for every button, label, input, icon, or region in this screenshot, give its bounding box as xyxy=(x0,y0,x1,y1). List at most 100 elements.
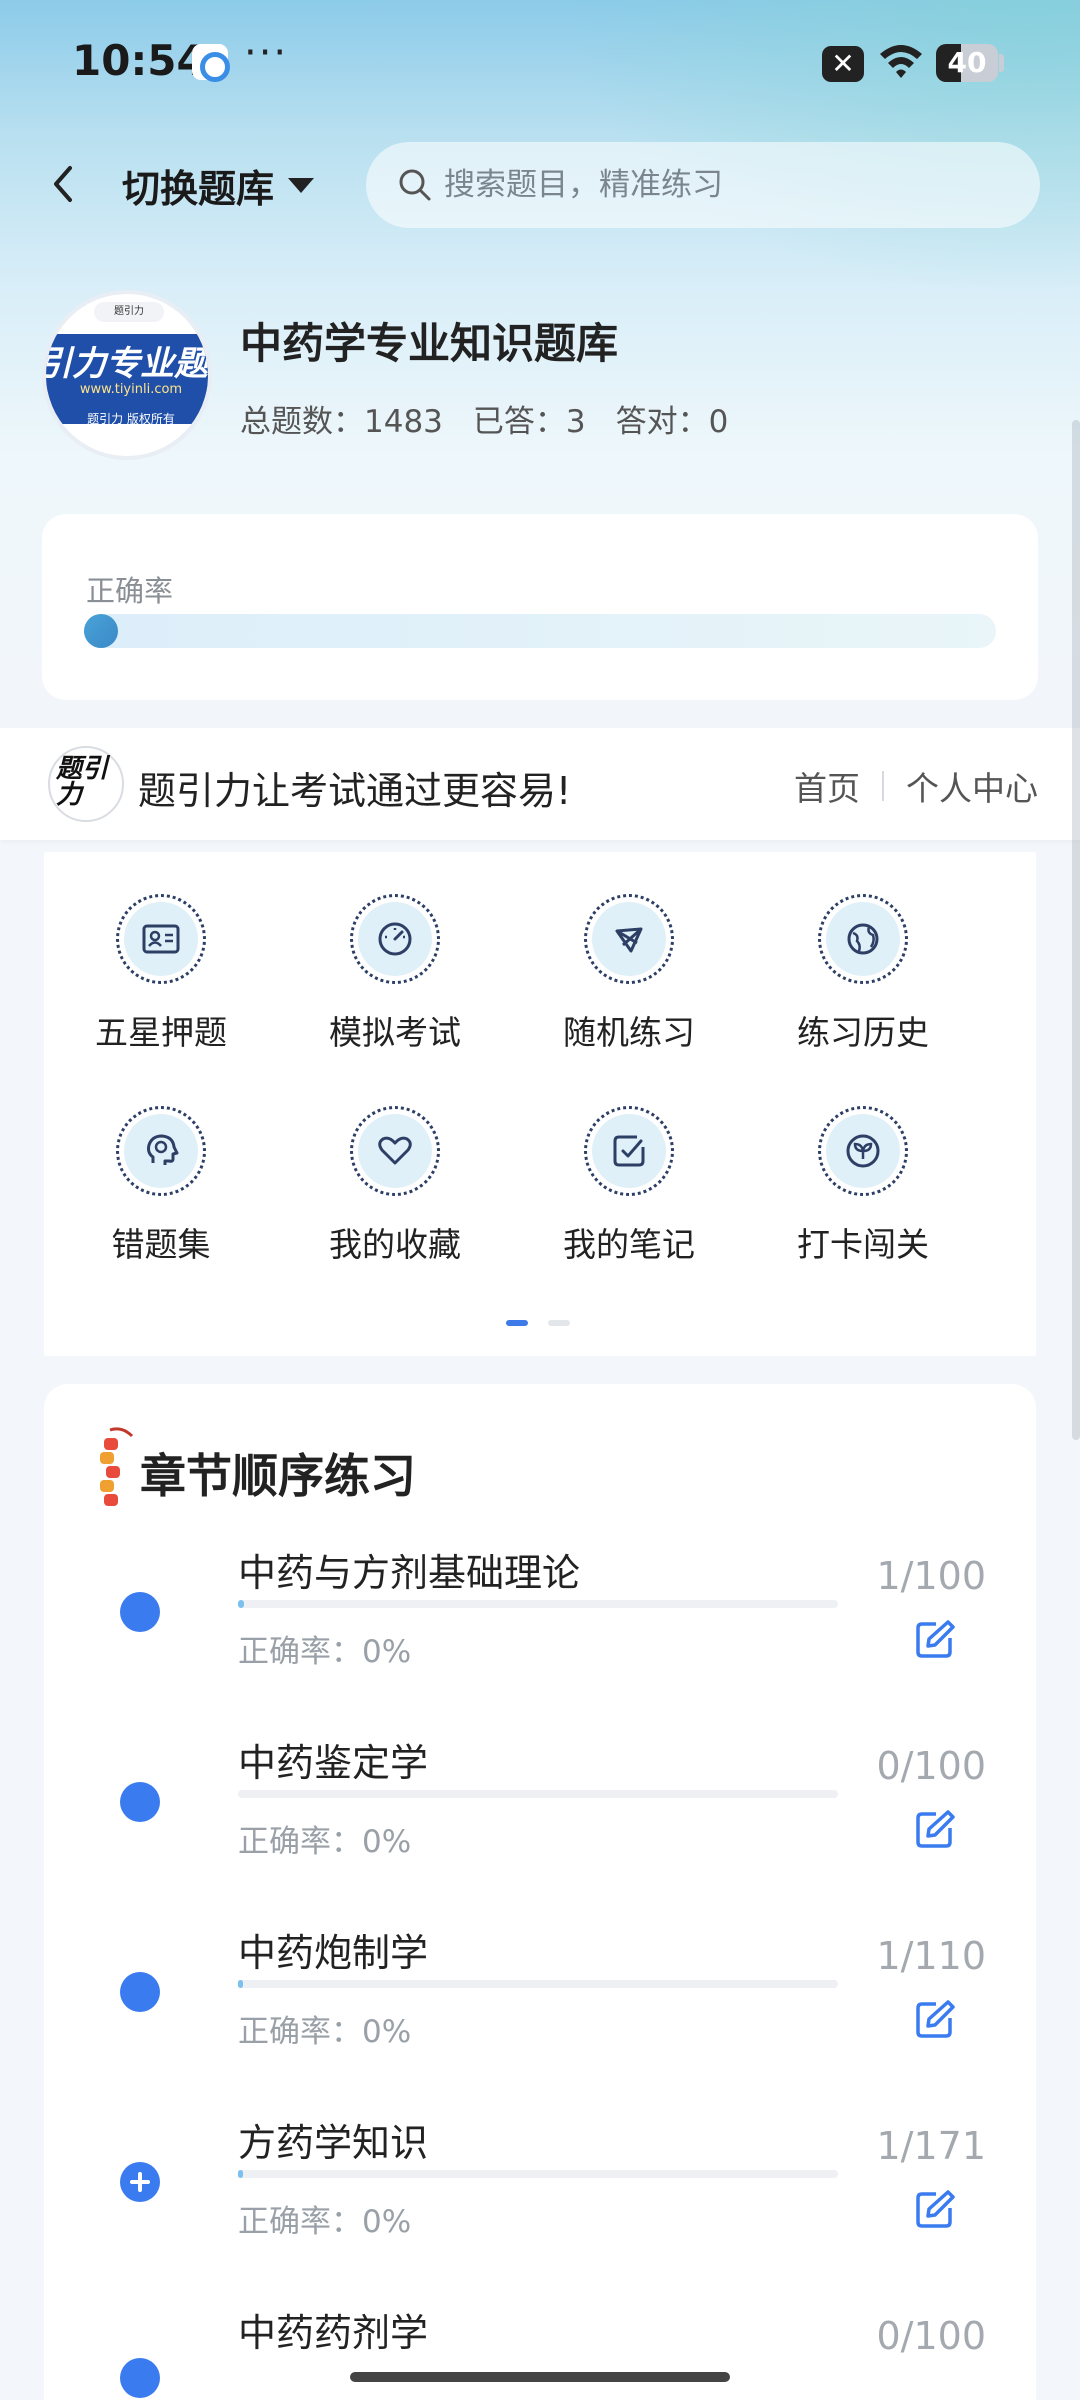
switch-bank-label: 切换题库 xyxy=(122,167,275,211)
chapter-name: 中药鉴定学 xyxy=(238,1741,429,1785)
edit-icon[interactable] xyxy=(912,1806,958,1852)
battery-cap xyxy=(999,54,1004,72)
chapter-progress-track xyxy=(238,2170,838,2178)
chapter-count: 1/171 xyxy=(876,2124,986,2168)
promo-nav: 首页 个人中心 xyxy=(794,762,1038,810)
chapter-accuracy: 正确率：0% xyxy=(238,2014,412,2050)
no-sim-icon: ✕ xyxy=(822,46,864,82)
chapter-progress-track xyxy=(238,1980,838,1988)
home-indicator[interactable] xyxy=(350,2372,730,2382)
edit-icon[interactable] xyxy=(912,2186,958,2232)
nav-home-link[interactable]: 首页 xyxy=(794,762,860,810)
network-icon xyxy=(615,927,643,953)
chapter-count: 1/110 xyxy=(876,1934,986,1978)
chapter-item[interactable]: 中药药剂学 0/100 xyxy=(44,2302,1036,2400)
switch-bank-dropdown[interactable]: 切换题库 xyxy=(122,158,315,213)
globe-icon xyxy=(847,923,879,955)
speedometer-icon xyxy=(378,922,412,956)
bank-stats: 总题数：1483 已答：3 答对：0 xyxy=(240,396,728,441)
chapter-name: 中药与方剂基础理论 xyxy=(238,1551,581,1595)
edit-icon[interactable] xyxy=(912,1616,958,1662)
chapter-item[interactable]: 中药鉴定学 正确率：0% 0/100 xyxy=(44,1732,1036,1922)
chapter-count: 1/100 xyxy=(876,1554,986,1598)
logo-url: www.tiyinli.com xyxy=(46,382,208,397)
nav-divider xyxy=(882,771,884,801)
tool-label: 打卡闯关 xyxy=(797,1225,929,1264)
status-time: 10:54 xyxy=(72,36,206,85)
chapter-count: 0/100 xyxy=(876,2314,986,2358)
tool-five-star[interactable]: 五星押题 xyxy=(44,894,278,1054)
chapter-name: 中药药剂学 xyxy=(238,2311,429,2355)
expand-plus-icon[interactable] xyxy=(120,2162,160,2202)
chapter-progress-track xyxy=(238,1790,838,1798)
status-bar: 10:54 ··· ✕ 40 xyxy=(0,0,1080,120)
back-button[interactable] xyxy=(38,158,90,210)
tools-grid: 五星押题 模拟考试 随机练习 练习历史 错题集 我的收藏 我的笔记 打卡闯关 xyxy=(44,852,1036,1356)
tool-mock-exam[interactable]: 模拟考试 xyxy=(278,894,512,1054)
chapter-name: 中药炮制学 xyxy=(238,1931,429,1975)
chapter-bullet xyxy=(120,2358,160,2398)
tool-wrong-questions[interactable]: 错题集 xyxy=(44,1106,278,1266)
head-icon xyxy=(147,1134,179,1165)
edit-icon[interactable] xyxy=(912,1996,958,2042)
tool-history[interactable]: 练习历史 xyxy=(746,894,980,1054)
chapter-progress-fill xyxy=(238,2170,243,2178)
chapter-bullet xyxy=(120,1972,160,2012)
stat-total: 总题数：1483 xyxy=(240,404,443,440)
wifi-icon xyxy=(880,45,922,78)
page-indicator xyxy=(506,1320,570,1326)
nav-profile-link[interactable]: 个人中心 xyxy=(906,762,1038,810)
chapter-item[interactable]: 中药炮制学 正确率：0% 1/110 xyxy=(44,1922,1036,2112)
tiyinli-logo: 题引力 xyxy=(48,746,124,822)
chapter-progress-track xyxy=(238,1600,838,1608)
firecracker-icon xyxy=(100,1427,134,1506)
tool-notes[interactable]: 我的笔记 xyxy=(512,1106,746,1266)
scrollbar[interactable] xyxy=(1072,420,1080,1440)
tool-checkin[interactable]: 打卡闯关 xyxy=(746,1106,980,1266)
section-title: 章节顺序练习 xyxy=(140,1449,416,1503)
accuracy-card: 正确率 xyxy=(42,514,1038,700)
page-dot xyxy=(548,1320,570,1326)
app-notification-icon xyxy=(192,44,230,82)
note-check-icon xyxy=(613,1135,645,1167)
accuracy-label: 正确率 xyxy=(86,574,174,608)
more-notifications-icon: ··· xyxy=(244,30,289,76)
promo-bar: 题引力 题引力让考试通过更容易! 首页 个人中心 xyxy=(0,728,1080,840)
accuracy-bar xyxy=(84,614,996,648)
tool-favorites[interactable]: 我的收藏 xyxy=(278,1106,512,1266)
tool-label: 模拟考试 xyxy=(329,1013,461,1052)
stat-answered: 已答：3 xyxy=(472,404,586,440)
chapter-count: 0/100 xyxy=(876,1744,986,1788)
search-input[interactable] xyxy=(444,167,1024,203)
battery-icon: 40 xyxy=(936,44,998,82)
tool-label: 我的笔记 xyxy=(563,1225,695,1264)
page-dot-active xyxy=(506,1320,528,1326)
search-bar[interactable] xyxy=(366,142,1040,228)
battery-level: 40 xyxy=(947,46,987,79)
tool-label: 练习历史 xyxy=(797,1013,929,1052)
id-card-icon xyxy=(142,924,180,954)
logo-copyright: 题引力 版权所有 xyxy=(87,412,175,426)
promo-slogan: 题引力让考试通过更容易! xyxy=(138,769,572,813)
bank-title: 中药学专业知识题库 xyxy=(240,319,619,368)
chapter-item[interactable]: 中药与方剂基础理论 正确率：0% 1/100 xyxy=(44,1542,1036,1732)
chapter-name: 方药学知识 xyxy=(238,2121,429,2165)
chapter-item[interactable]: 方药学知识 正确率：0% 1/171 xyxy=(44,2112,1036,2302)
caret-down-icon xyxy=(288,178,315,193)
tool-random-practice[interactable]: 随机练习 xyxy=(512,894,746,1054)
logo-brand: 引力专业题 xyxy=(42,344,208,384)
tool-label: 随机练习 xyxy=(563,1013,695,1052)
chapter-bullet xyxy=(120,1782,160,1822)
accuracy-indicator xyxy=(84,614,118,648)
screen: 10:54 ··· ✕ 40 切换题库 题引力 引力专业题 www.ti xyxy=(0,0,1080,2400)
heart-icon xyxy=(378,1136,412,1165)
leaf-badge-icon xyxy=(846,1134,880,1168)
tool-label: 五星押题 xyxy=(95,1013,227,1052)
promo-logo-text: 题引力 xyxy=(56,754,109,810)
chapter-accuracy: 正确率：0% xyxy=(238,1634,412,1670)
tool-label: 我的收藏 xyxy=(329,1225,461,1264)
bank-logo: 题引力 引力专业题 www.tiyinli.com 题引力 版权所有 xyxy=(42,290,212,460)
chapter-accuracy: 正确率：0% xyxy=(238,1824,412,1860)
chapter-progress-fill xyxy=(238,1600,244,1608)
logo-tag: 题引力 xyxy=(94,302,164,322)
